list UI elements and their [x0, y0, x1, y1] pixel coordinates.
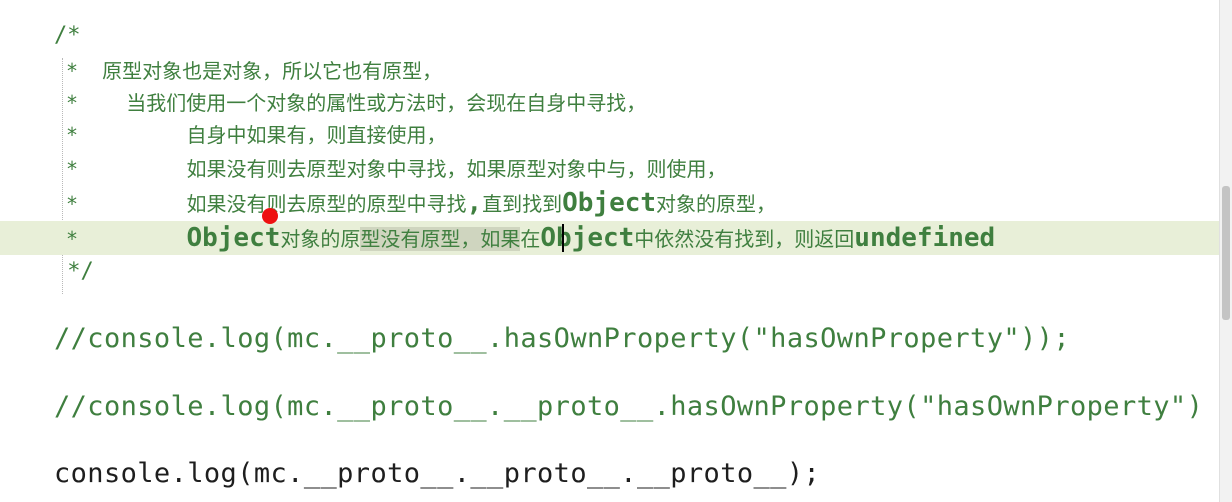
vertical-scrollbar[interactable] — [1219, 0, 1232, 502]
comment-text: 自身中如果有，则直接使用， — [186, 123, 447, 147]
comment-text: 直到找到 — [482, 192, 563, 216]
code-line-3[interactable]: console.log(mc.__proto__.__proto__.__pro… — [54, 457, 1232, 491]
current-line-highlight: * Object对象的原型没有原型，如果在Object中依然没有找到，则返回un… — [0, 221, 1220, 255]
comment-ascii: Object — [540, 223, 635, 253]
comment-line-1: * 原型对象也是对象，所以它也有原型， — [54, 54, 1232, 88]
comment-prefix: * — [54, 192, 187, 216]
comment-ascii: Object — [186, 223, 281, 253]
cursor-marker-icon — [262, 208, 278, 224]
comment-text: 在 — [520, 227, 541, 251]
text-selection: 型没有原型，如果 — [360, 227, 521, 251]
comment-line-3: * 自身中如果有，则直接使用， — [54, 118, 1232, 152]
comment-ascii: Object — [562, 188, 657, 218]
comment-open-line: /* — [54, 23, 81, 48]
comment-line-4: * 如果没有则去原型对象中寻找，如果原型对象中与，则使用， — [54, 152, 1232, 186]
comment-line-5: * 如果没有则去原型的原型中寻找,直到找到Object对象的原型， — [54, 186, 1232, 220]
comment-text: 如果没有则去原型对象中寻找，如果原型对象中与，则使用， — [186, 157, 727, 181]
comment-text: 中依然没有找到，则返回 — [634, 227, 855, 251]
comment-ascii: , — [466, 188, 483, 218]
comment-prefix: * — [54, 157, 187, 181]
comment-prefix: * — [54, 227, 187, 251]
comment-text: 对象的原型， — [656, 192, 777, 216]
code-line-1[interactable]: //console.log(mc.__proto__.hasOwnPropert… — [54, 322, 1232, 356]
comment-text: * 当我们使用一个对象的属性或方法时，会现在自身中寻找， — [54, 91, 647, 115]
code-line-2[interactable]: //console.log(mc.__proto__.__proto__.has… — [54, 390, 1232, 424]
comment-text: 如果没有则去原型的原型中寻找 — [186, 192, 467, 216]
comment-text: * 原型对象也是对象，所以它也有原型， — [54, 59, 443, 83]
comment-prefix: * — [54, 123, 187, 147]
comment-close-line: */ — [54, 259, 94, 284]
scrollbar-thumb[interactable] — [1222, 186, 1230, 320]
comment-text: 对象的原 — [280, 227, 361, 251]
code-editor[interactable]: /* * 原型对象也是对象，所以它也有原型， * 当我们使用一个对象的属性或方法… — [0, 0, 1232, 502]
comment-ascii: undefined — [854, 223, 996, 253]
comment-line-2: * 当我们使用一个对象的属性或方法时，会现在自身中寻找， — [54, 86, 1232, 120]
text-caret — [562, 224, 564, 252]
